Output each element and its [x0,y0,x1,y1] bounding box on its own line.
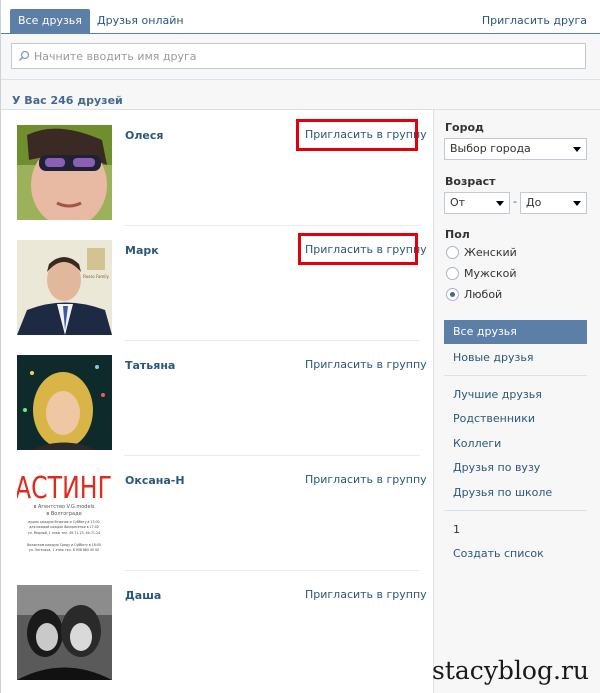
sex-radio-any[interactable] [446,288,459,301]
city-label: Город [445,121,484,134]
sidebar-item-new-friends[interactable]: Новые друзья [453,351,533,364]
create-list-link[interactable]: Создать список [453,547,544,560]
photo-poster-line: ул. Мирной, 1 этаж тел. 49-71-23, 49-71-… [28,531,100,535]
photo-poster-line: ул. Энгельса, 1 этаж тел. 8 908 880 00 0… [29,548,99,552]
age-range-dash: - [513,195,517,208]
photo-poster-line: вушек каждую Вторник и Субботу в 17:00 [28,520,99,524]
invite-to-group-link[interactable]: Пригласить в группу [305,358,427,371]
search-input[interactable] [34,47,574,65]
city-select-value: Выбор города [450,142,531,155]
age-from-select[interactable]: От [444,192,510,214]
list-item: Олеся Пригласить в группу [1,111,433,226]
sidebar-item-university[interactable]: Друзья по вузу [453,461,540,474]
age-to-select[interactable]: До [520,192,587,214]
sidebar-item-best-friends[interactable]: Лучшие друзья [453,388,542,401]
sex-label: Пол [445,228,470,241]
photo-poster-line: для каждой каждое Воскресенье в 17:00 [29,525,99,529]
age-from-value: От [450,196,466,209]
photo-logo-text: Rosso Family [83,274,109,279]
highlight-box [296,119,418,151]
friends-count: У Вас 246 друзей [12,94,123,107]
photo-poster-line: в Агентство V.G.models [33,504,94,510]
sidebar-item-colleagues[interactable]: Коллеги [453,437,501,450]
search-bar [1,34,600,80]
friend-photo[interactable]: АСТИНГ в Агентство V.G.models в Волгогра… [17,470,112,565]
friend-name[interactable]: Даша [125,589,161,602]
sidebar-divider [444,375,587,376]
friends-page: Все друзья Друзья онлайн Пригласить друг… [0,0,600,693]
highlight-box [298,233,418,265]
sex-option-label: Мужской [464,267,517,280]
filters-sidebar: Город Выбор города Возраст От - До Пол Ж… [433,110,600,693]
sidebar-item-school[interactable]: Друзья по школе [453,486,552,499]
sidebar-divider [444,510,587,511]
friend-name[interactable]: Олеся [125,129,163,142]
friend-photo[interactable] [17,585,112,680]
chevron-down-icon [573,147,581,152]
age-to-value: До [526,196,542,209]
tab-friends-online[interactable]: Друзья онлайн [97,9,184,33]
list-item: Даша Пригласить в группу [1,571,433,686]
friend-photo[interactable] [17,355,112,450]
sidebar-page-number[interactable]: 1 [453,523,460,536]
sex-radio-male[interactable] [446,267,459,280]
photo-poster-line: в Волгограде [46,511,81,517]
age-label: Возраст [445,175,496,188]
city-select[interactable]: Выбор города [444,138,587,160]
sex-option-label: Любой [464,288,503,301]
photo-poster-line: Волжском каждую Среду и Субботу в 18:00 [27,543,101,547]
friend-photo[interactable] [17,125,112,220]
search-box[interactable] [11,43,586,69]
friends-count-bar: У Вас 246 друзей [1,80,600,110]
list-item: Rosso Family Марк Пригласить в группу [1,226,433,341]
photo-poster-title: АСТИНГ [17,471,112,506]
sidebar-item-all-friends[interactable]: Все друзья [444,320,587,344]
chevron-down-icon [496,201,504,206]
chevron-down-icon [573,201,581,206]
watermark: stacyblog.ru [432,656,589,685]
list-item: АСТИНГ в Агентство V.G.models в Волгогра… [1,456,433,571]
invite-to-group-link[interactable]: Пригласить в группу [305,588,427,601]
invite-to-group-link[interactable]: Пригласить в группу [305,473,427,486]
sidebar-item-relatives[interactable]: Родственники [453,412,535,425]
invite-friend-link[interactable]: Пригласить друга [482,9,587,33]
sex-option-label: Женский [464,246,517,259]
search-icon [18,50,30,62]
friend-name[interactable]: Оксана-Н [125,474,185,487]
sex-radio-female[interactable] [446,246,459,259]
friend-name[interactable]: Татьяна [125,359,175,372]
tab-all-friends[interactable]: Все друзья [10,9,90,33]
friends-list: Олеся Пригласить в группу Rosso Family М… [1,111,433,686]
friends-tabs: Все друзья Друзья онлайн Пригласить друг… [1,0,600,36]
friend-photo[interactable]: Rosso Family [17,240,112,335]
list-item: Татьяна Пригласить в группу [1,341,433,456]
friend-name[interactable]: Марк [125,244,159,257]
